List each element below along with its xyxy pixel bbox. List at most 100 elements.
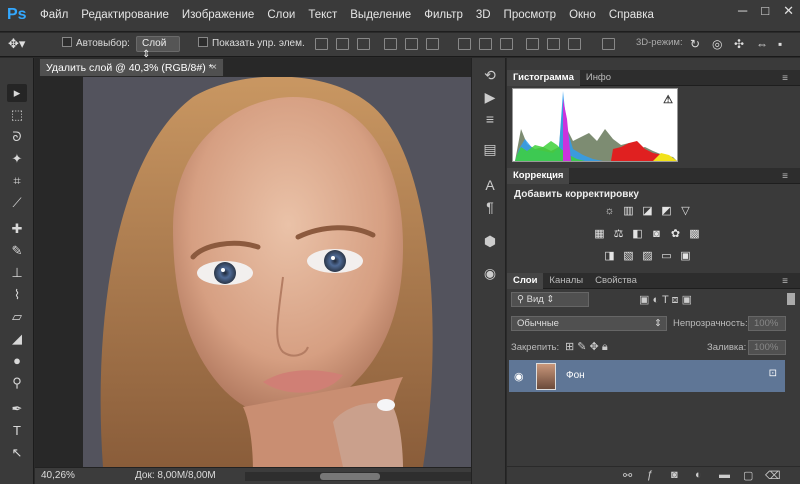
brush-icon[interactable]: ✎ xyxy=(7,242,27,260)
dodge-icon[interactable]: ⚲ xyxy=(7,374,27,392)
menu-filter[interactable]: Фильтр xyxy=(424,9,463,21)
clone-source-icon[interactable]: ▤ xyxy=(481,140,499,158)
rotate-3d-icon[interactable]: ↻ xyxy=(690,37,700,51)
channel-mixer-icon[interactable]: ✿ xyxy=(669,228,682,240)
tab-channels[interactable]: Каналы xyxy=(543,273,589,289)
history-panel-icon[interactable]: ⟲ xyxy=(481,66,499,84)
align-bottom-icon[interactable] xyxy=(357,38,370,50)
curves-icon[interactable]: ◪ xyxy=(641,205,654,217)
vibrance-icon[interactable]: ▽ xyxy=(679,205,692,217)
tab-adjustments[interactable]: Коррекция xyxy=(507,168,570,184)
menu-view[interactable]: Просмотр xyxy=(504,9,557,21)
roll-3d-icon[interactable]: ◎ xyxy=(712,37,722,51)
trash-icon[interactable]: ⌫ xyxy=(765,469,781,482)
hue-saturation-icon[interactable]: ▦ xyxy=(593,228,606,240)
invert-icon[interactable]: ◨ xyxy=(603,250,616,262)
fx-icon[interactable]: ƒ xyxy=(647,469,653,481)
menu-select[interactable]: Выделение xyxy=(350,9,411,21)
brightness-icon[interactable]: ☼ xyxy=(603,205,616,217)
history-brush-icon[interactable]: ⌇ xyxy=(7,286,27,304)
distribute-bottom-icon[interactable] xyxy=(500,38,513,50)
tab-close-icon[interactable]: × xyxy=(211,61,217,73)
opacity-field[interactable]: 100% xyxy=(748,316,786,331)
type-icon[interactable]: T xyxy=(7,422,27,440)
document-tab[interactable]: Удалить слой @ 40,3% (RGB/8#) * × xyxy=(39,58,224,76)
eraser-icon[interactable]: ▱ xyxy=(7,308,27,326)
selective-color-icon[interactable]: ▣ xyxy=(679,250,692,262)
tab-layers[interactable]: Слои xyxy=(507,273,544,289)
distribute-hcenter-icon[interactable] xyxy=(547,38,560,50)
gradient-map-icon[interactable]: ▭ xyxy=(660,250,673,262)
3d-panel-icon[interactable]: ⬢ xyxy=(481,232,499,250)
eyedropper-icon[interactable]: ⟋ xyxy=(7,194,27,212)
menu-type[interactable]: Текст xyxy=(308,9,337,21)
bucket-icon[interactable]: ◢ xyxy=(7,330,27,348)
photo-filter-icon[interactable]: ◙ xyxy=(650,228,663,240)
scroll-thumb[interactable] xyxy=(320,473,380,480)
tab-info[interactable]: Инфо xyxy=(580,70,617,86)
add-mask-icon[interactable]: ◙ xyxy=(671,469,678,481)
move-tool-preset-icon[interactable]: ✥▾ xyxy=(8,36,25,52)
posterize-icon[interactable]: ▧ xyxy=(622,250,635,262)
horizontal-scrollbar[interactable] xyxy=(245,472,485,481)
threshold-icon[interactable]: ▨ xyxy=(641,250,654,262)
minimize-button[interactable]: ─ xyxy=(738,3,747,19)
color-balance-icon[interactable]: ⚖ xyxy=(612,228,625,240)
scale-3d-icon[interactable]: ▪ xyxy=(778,37,782,51)
black-white-icon[interactable]: ◧ xyxy=(631,228,644,240)
magic-wand-icon[interactable]: ✦ xyxy=(7,150,27,168)
menu-file[interactable]: Файл xyxy=(40,9,68,21)
warning-icon[interactable]: ⚠ xyxy=(663,93,673,106)
menu-3d[interactable]: 3D xyxy=(476,9,491,21)
close-button[interactable]: ✕ xyxy=(783,3,794,19)
eye-icon[interactable]: ◉ xyxy=(514,370,524,383)
lock-icons[interactable]: ⊞ ✎ ✥ 🔒︎ xyxy=(565,340,608,354)
healing-icon[interactable]: ✚ xyxy=(7,220,27,238)
doc-size-info[interactable]: Док: 8,00M/8,00M xyxy=(135,470,216,481)
layer-row-background[interactable]: ◉ Фон ⊡ xyxy=(509,360,785,392)
brushes-panel-icon[interactable]: ≡ xyxy=(481,110,499,128)
crop-icon[interactable]: ⌗ xyxy=(7,172,27,190)
align-top-icon[interactable] xyxy=(315,38,328,50)
new-adjustment-icon[interactable]: ◐ xyxy=(695,469,702,481)
fill-field[interactable]: 100% xyxy=(748,340,786,355)
link-layers-icon[interactable]: ⚯ xyxy=(623,469,632,482)
autoselect-dropdown[interactable]: Слой ⇕ xyxy=(136,36,180,60)
path-select-icon[interactable]: ↖ xyxy=(7,444,27,462)
levels-icon[interactable]: ▥ xyxy=(622,205,635,217)
panel-menu-icon[interactable]: ≡ xyxy=(776,274,794,290)
pen-icon[interactable]: ✒ xyxy=(7,400,27,418)
new-group-icon[interactable]: ▬ xyxy=(719,469,730,481)
document-canvas[interactable] xyxy=(83,77,493,467)
move-icon[interactable]: ▸ xyxy=(7,84,27,102)
kuler-icon[interactable]: ◉ xyxy=(481,264,499,282)
align-left-icon[interactable] xyxy=(384,38,397,50)
align-hcenter-icon[interactable] xyxy=(405,38,418,50)
paragraph-panel-icon[interactable]: ¶ xyxy=(481,198,499,216)
lasso-icon[interactable]: ᘐ xyxy=(7,128,27,146)
menu-edit[interactable]: Редактирование xyxy=(81,9,169,21)
maximize-button[interactable]: □ xyxy=(761,3,769,19)
distribute-top-icon[interactable] xyxy=(458,38,471,50)
zoom-level[interactable]: 40,26% xyxy=(41,470,75,481)
slide-3d-icon[interactable]: ⇔ xyxy=(756,37,768,51)
panel-menu-icon[interactable]: ≡ xyxy=(776,71,794,87)
exposure-icon[interactable]: ◩ xyxy=(660,205,673,217)
distribute-vcenter-icon[interactable] xyxy=(479,38,492,50)
stamp-icon[interactable]: ⊥ xyxy=(7,264,27,282)
filter-toggle[interactable] xyxy=(787,293,795,305)
new-layer-icon[interactable]: ▢ xyxy=(743,469,753,482)
filter-pixel-icon[interactable]: ▣ ◐ T ⧈ ▣ xyxy=(639,293,692,307)
align-vcenter-icon[interactable] xyxy=(336,38,349,50)
layer-kind-filter[interactable]: ⚲ Вид ⇕ xyxy=(511,292,589,307)
menu-image[interactable]: Изображение xyxy=(182,9,254,21)
layers-scrollbar[interactable] xyxy=(787,360,796,460)
align-right-icon[interactable] xyxy=(426,38,439,50)
panel-menu-icon[interactable]: ≡ xyxy=(776,169,794,185)
tab-properties[interactable]: Свойства xyxy=(589,273,643,289)
color-lookup-icon[interactable]: ▩ xyxy=(688,228,701,240)
show-controls-checkbox[interactable]: Показать упр. элем. xyxy=(198,37,305,49)
character-panel-icon[interactable]: A xyxy=(481,176,499,194)
blur-icon[interactable]: ● xyxy=(7,352,27,370)
menu-window[interactable]: Окно xyxy=(569,9,596,21)
